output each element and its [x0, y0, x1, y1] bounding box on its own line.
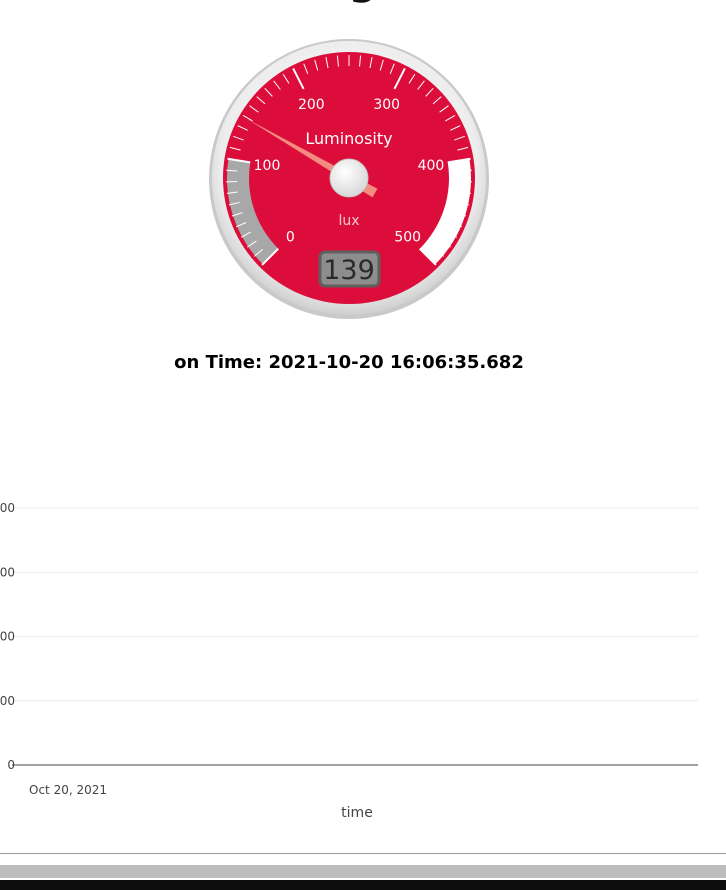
timestamp-label: on Time: 2021-10-20 16:06:35.682 [174, 352, 524, 373]
gauge-minor-tick [460, 169, 472, 172]
gauge-tick-label: 300 [373, 97, 400, 113]
page-heading: g [0, 0, 726, 6]
gauge-tick-label: 500 [394, 230, 421, 246]
gauge-value: 139 [323, 255, 375, 286]
chart-y-tick-label: 00 [0, 694, 15, 708]
gauge-tick-label: 0 [286, 230, 295, 246]
chart-grid [12, 507, 698, 702]
chart-y-ticks: 000000000 [0, 501, 15, 772]
gauge-hub [329, 158, 369, 198]
gauge-tick-label: 400 [418, 158, 445, 174]
chart-x-axis-title: time [341, 805, 373, 821]
chart-y-tick-label: 00 [0, 501, 15, 515]
luminosity-gauge: 0 100 200 300 400 500 Luminosity lux 139 [209, 39, 489, 319]
gauge-tick-label: 100 [254, 158, 281, 174]
luminosity-chart: 000000000 16:06:0816:06:1016:06:1216:06:… [0, 501, 698, 821]
window-bottom-edge [0, 880, 726, 890]
divider [0, 853, 726, 854]
chart-y-tick-label: 00 [0, 630, 15, 644]
gauge-minor-tick [226, 169, 238, 172]
gauge-title: Luminosity [305, 129, 392, 148]
chart-y-tick-label: 00 [0, 565, 15, 579]
horizontal-scrollbar[interactable] [0, 865, 726, 878]
chart-x-date-label: Oct 20, 2021 [29, 783, 107, 797]
gauge-tick-label: 200 [298, 97, 325, 113]
gauge-units: lux [338, 213, 359, 229]
